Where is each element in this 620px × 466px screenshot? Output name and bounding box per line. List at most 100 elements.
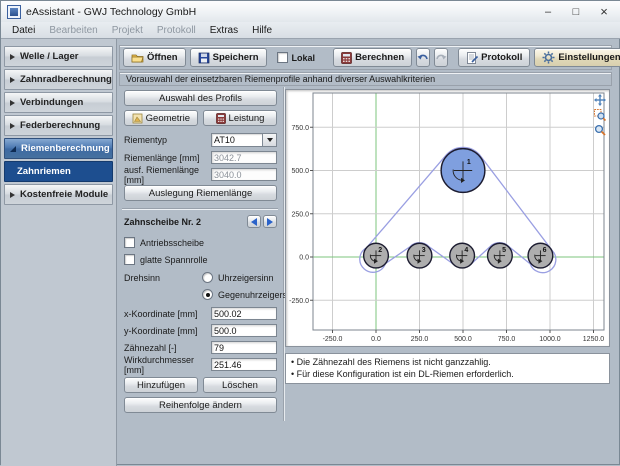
belt-form-panel: Auswahl des Profils Geometrie Leistung R… xyxy=(119,87,284,421)
open-folder-icon xyxy=(131,52,144,63)
save-button-label: Speichern xyxy=(213,52,259,63)
sidebar-item[interactable]: Riemenberechnung xyxy=(4,138,113,159)
calculate-button[interactable]: Berechnen xyxy=(333,48,412,67)
design-belt-length-button[interactable]: Auslegung Riemenlänge xyxy=(124,185,277,201)
document-icon xyxy=(466,52,478,64)
undo-button[interactable] xyxy=(416,48,430,67)
magnifier-icon xyxy=(594,124,606,136)
collapsed-arrow-icon xyxy=(10,123,15,129)
power-button[interactable]: Leistung xyxy=(203,110,277,126)
idler-label: glatte Spannrolle xyxy=(140,255,208,265)
sidebar-item[interactable]: Zahnradberechnung xyxy=(4,69,113,90)
counterclockwise-radio[interactable] xyxy=(202,289,213,300)
sidebar-item[interactable]: Zahnriemen xyxy=(4,161,113,182)
delete-pulley-button[interactable]: Löschen xyxy=(203,377,277,393)
add-pulley-label: Hinzufügen xyxy=(137,380,185,391)
next-pulley-button[interactable] xyxy=(263,215,277,228)
combo-dropdown-button[interactable] xyxy=(262,134,276,146)
drive-pulley-label: Antriebsscheibe xyxy=(140,238,204,248)
effective-diameter-row: Wirkdurchmesser [mm] xyxy=(119,357,283,372)
belt-layout-plot[interactable]: 123456-250.00.0250.0500.0750.01000.01250… xyxy=(286,90,609,346)
rotation-row-cw: Drehsinn Uhrzeigersinn xyxy=(119,270,283,285)
expanded-arrow-icon xyxy=(10,146,16,152)
effective-diameter-field[interactable] xyxy=(211,358,277,371)
collapsed-arrow-icon xyxy=(10,100,15,106)
menu-item[interactable]: Datei xyxy=(5,24,42,37)
info-text: Vorauswahl der einsetzbaren Riemenprofil… xyxy=(126,74,435,84)
protocol-button[interactable]: Protokoll xyxy=(458,48,530,67)
pulley-header-row: Zahnscheibe Nr. 2 xyxy=(119,214,283,229)
minimize-button[interactable]: – xyxy=(535,3,561,20)
x-tick-label: -250.0 xyxy=(323,336,343,343)
x-coordinate-field[interactable] xyxy=(211,307,277,320)
exec-belt-length-label: ausf. Riemenlänge [mm] xyxy=(119,165,211,185)
add-pulley-button[interactable]: Hinzufügen xyxy=(124,377,198,393)
idler-checkbox[interactable] xyxy=(124,254,135,265)
clockwise-radio[interactable] xyxy=(202,272,213,283)
belt-type-label: Riementyp xyxy=(119,135,211,145)
undo-icon xyxy=(417,53,429,63)
power-calculator-icon xyxy=(216,113,226,124)
geometry-button[interactable]: Geometrie xyxy=(124,110,198,126)
pan-move-icon xyxy=(594,94,606,106)
chevron-down-icon xyxy=(267,138,273,142)
sidebar-item[interactable]: Federberechnung xyxy=(4,115,113,136)
sidebar-item[interactable]: Verbindungen xyxy=(4,92,113,113)
reorder-button[interactable]: Reihenfolge ändern xyxy=(124,397,277,413)
pulley-number-label: 5 xyxy=(502,247,506,254)
warning-message: Für diese Konfiguration ist ein DL-Rieme… xyxy=(291,368,604,380)
status-info-bar: Vorauswahl der einsetzbaren Riemenprofil… xyxy=(119,72,612,86)
profile-select-label: Auswahl des Profils xyxy=(159,93,242,104)
clockwise-label: Uhrzeigersinn xyxy=(218,273,274,283)
belt-type-select[interactable]: AT10 xyxy=(211,133,277,147)
y-tick-label: 250.0 xyxy=(291,211,309,218)
belt-layout-chart-panel: 123456-250.00.0250.0500.0750.01000.01250… xyxy=(285,89,610,347)
y-coordinate-field[interactable] xyxy=(211,324,277,337)
warning-message: Die Zähnezahl des Riemens ist nicht ganz… xyxy=(291,356,604,368)
geometry-icon xyxy=(132,113,143,124)
sidebar-item[interactable]: Welle / Lager xyxy=(4,46,113,67)
x-coordinate-row: x-Koordinate [mm] xyxy=(119,306,283,321)
save-button[interactable]: Speichern xyxy=(190,48,267,67)
menu-item[interactable]: Hilfe xyxy=(245,24,279,37)
profile-select-button[interactable]: Auswahl des Profils xyxy=(124,90,277,106)
calculator-icon xyxy=(341,52,352,64)
zoom-selection-tool-button[interactable] xyxy=(593,108,606,121)
local-checkbox[interactable] xyxy=(277,52,288,63)
calculate-button-label: Berechnen xyxy=(355,52,404,63)
belt-type-row: Riementyp AT10 xyxy=(119,132,283,147)
belt-length-label: Riemenlänge [mm] xyxy=(119,153,211,163)
y-coordinate-row: y-Koordinate [mm] xyxy=(119,323,283,338)
collapsed-arrow-icon xyxy=(10,77,15,83)
sidebar-item-label: Verbindungen xyxy=(20,97,83,108)
sidebar-navigation: Welle / LagerZahnradberechnung Verbindung… xyxy=(1,39,117,466)
y-coordinate-label: y-Koordinate [mm] xyxy=(119,326,211,336)
teeth-count-label: Zähnezahl [-] xyxy=(119,343,211,353)
drive-pulley-checkbox[interactable] xyxy=(124,237,135,248)
zoom-tool-button[interactable] xyxy=(593,123,606,136)
menu-bar: DateiBearbeitenProjektProtokollExtrasHil… xyxy=(1,22,620,39)
open-button[interactable]: Öffnen xyxy=(123,48,186,67)
y-tick-label: 750.0 xyxy=(291,125,309,132)
sidebar-item[interactable]: Kostenfreie Module xyxy=(4,184,113,205)
local-checkbox-label: Lokal xyxy=(292,53,316,63)
belt-type-value: AT10 xyxy=(212,134,262,146)
settings-button[interactable]: Einstellungen xyxy=(534,48,620,67)
pan-tool-button[interactable] xyxy=(593,93,606,106)
teeth-count-field[interactable] xyxy=(211,341,277,354)
y-tick-label: 0.0 xyxy=(299,255,309,262)
maximize-button[interactable]: □ xyxy=(563,3,589,20)
menu-item: Protokoll xyxy=(150,24,203,37)
arrow-left-icon xyxy=(251,218,257,226)
window-controls: – □ × xyxy=(535,3,620,20)
menu-item[interactable]: Extras xyxy=(203,24,245,37)
previous-pulley-button[interactable] xyxy=(247,215,261,228)
sidebar-item-label: Federberechnung xyxy=(20,120,100,131)
drive-pulley-row: Antriebsscheibe xyxy=(119,235,283,250)
pulley-number-label: 3 xyxy=(422,247,426,254)
belt-length-field xyxy=(211,151,277,164)
pulley-number-label: 2 xyxy=(378,247,382,254)
exec-belt-length-field xyxy=(211,168,277,181)
protocol-button-label: Protokoll xyxy=(481,52,522,63)
close-button[interactable]: × xyxy=(591,3,617,20)
